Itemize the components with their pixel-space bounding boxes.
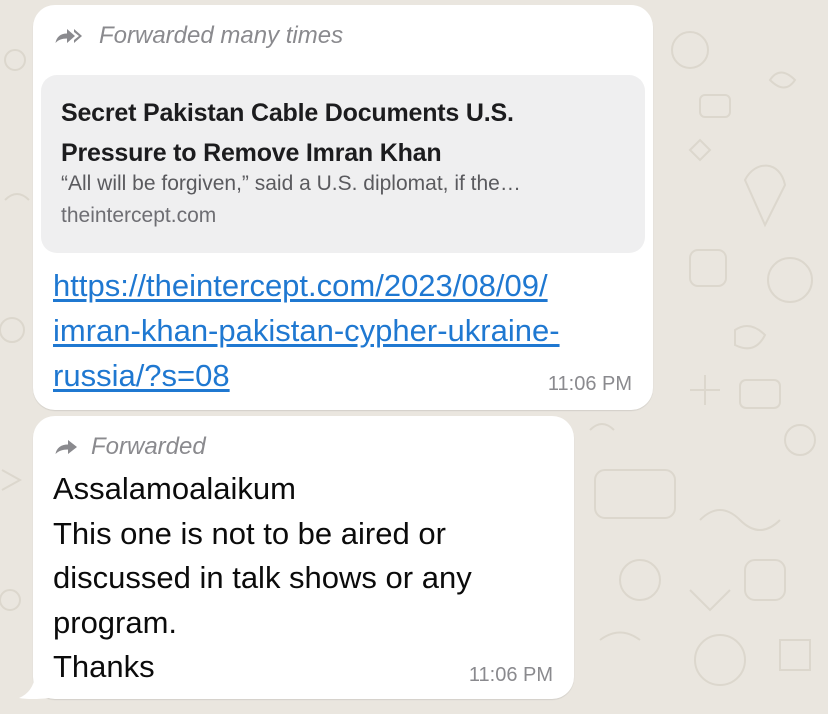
forwarded-many-times-indicator: Forwarded many times <box>55 22 343 50</box>
forwarded-indicator: Forwarded <box>55 433 206 461</box>
message-line: Assalamoalaikum <box>53 471 296 506</box>
message-text: Assalamoalaikum This one is not to be ai… <box>53 467 553 690</box>
link-preview-domain: theintercept.com <box>61 204 217 227</box>
forward-arrow-icon <box>55 437 79 457</box>
forwarded-label: Forwarded many times <box>99 22 344 49</box>
message-timestamp: 11:06 PM <box>468 664 553 686</box>
message-line: This one is not to be aired or <box>53 515 446 551</box>
link-preview-title: Secret Pakistan Cable Documents U.S. Pre… <box>61 99 514 167</box>
message-timestamp: 11:06 PM <box>547 373 632 395</box>
message-line: discussed in talk shows or any <box>53 560 472 595</box>
link-preview-description: “All will be forgiven,” said a U.S. dipl… <box>61 172 521 195</box>
bubble-tail <box>19 676 49 699</box>
link-preview-card[interactable]: Secret Pakistan Cable Documents U.S. Pre… <box>41 75 645 253</box>
forwarded-link-message[interactable]: Forwarded many times Secret Pakistan Cab… <box>33 5 653 410</box>
link-line[interactable]: imran-khan-pakistan-cypher-ukraine- <box>53 308 643 353</box>
forwarded-text-message[interactable]: Forwarded Assalamoalaikum This one is no… <box>33 416 574 699</box>
forwarded-label: Forwarded <box>91 433 206 460</box>
link-line[interactable]: https://theintercept.com/2023/08/09/ <box>53 263 643 308</box>
double-forward-arrow-icon <box>55 26 87 46</box>
message-line: program. <box>53 604 178 640</box>
